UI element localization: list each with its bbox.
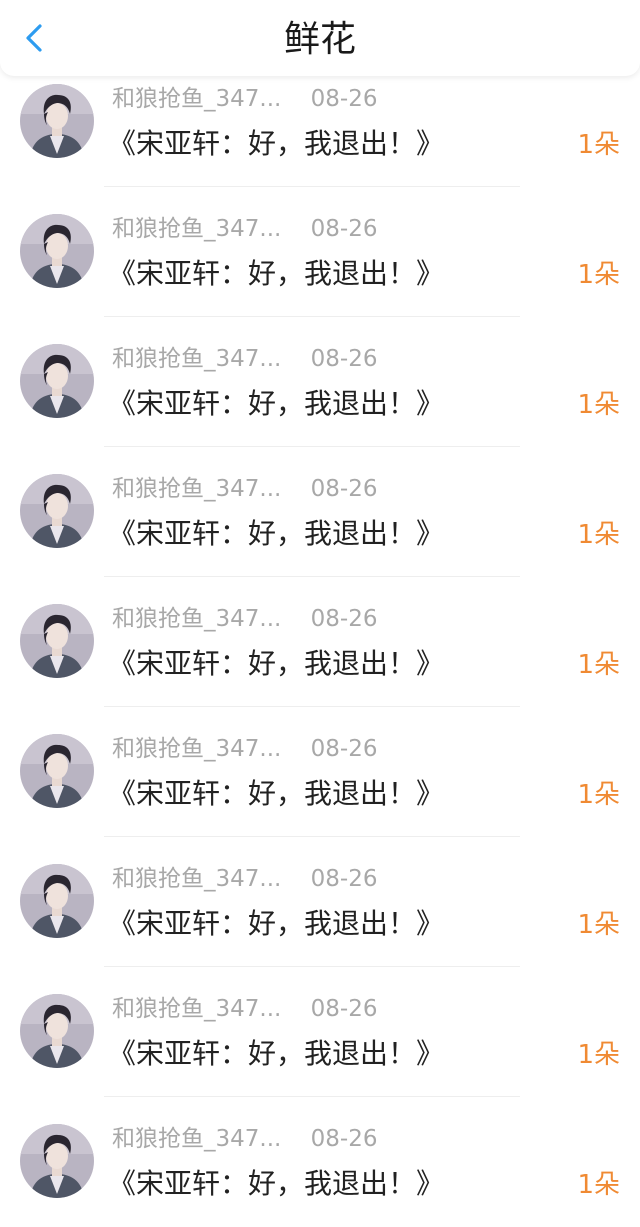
date: 08-26 [310, 1126, 378, 1152]
item-meta: 和狼抢鱼_347... 08-26 [112, 474, 378, 504]
divider [104, 316, 520, 317]
avatar[interactable] [20, 994, 94, 1068]
avatar[interactable] [20, 604, 94, 678]
book-title[interactable]: 《宋亚轩：好，我退出！》 [108, 256, 444, 292]
user-name[interactable]: 和狼抢鱼_347... [112, 84, 281, 114]
divider [104, 446, 520, 447]
flower-count: 1朵 [577, 520, 620, 550]
list-item[interactable]: 和狼抢鱼_347... 08-26 《宋亚轩：好，我退出！》 1朵 [0, 586, 640, 716]
divider [104, 966, 520, 967]
list-item[interactable]: 和狼抢鱼_347... 08-26 《宋亚轩：好，我退出！》 1朵 [0, 456, 640, 586]
list-item[interactable]: 和狼抢鱼_347... 08-26 《宋亚轩：好，我退出！》 1朵 [0, 66, 640, 196]
flower-count: 1朵 [577, 1040, 620, 1070]
divider [104, 1096, 520, 1097]
book-title[interactable]: 《宋亚轩：好，我退出！》 [108, 126, 444, 162]
book-title[interactable]: 《宋亚轩：好，我退出！》 [108, 906, 444, 942]
item-meta: 和狼抢鱼_347... 08-26 [112, 344, 378, 374]
list-item[interactable]: 和狼抢鱼_347... 08-26 《宋亚轩：好，我退出！》 1朵 [0, 1106, 640, 1227]
book-title[interactable]: 《宋亚轩：好，我退出！》 [108, 1036, 444, 1072]
avatar-image [20, 604, 94, 678]
date: 08-26 [310, 736, 378, 762]
avatar[interactable] [20, 864, 94, 938]
flower-list: 和狼抢鱼_347... 08-26 《宋亚轩：好，我退出！》 1朵 和狼抢鱼_3… [0, 66, 640, 1227]
user-name[interactable]: 和狼抢鱼_347... [112, 474, 281, 504]
user-name[interactable]: 和狼抢鱼_347... [112, 604, 281, 634]
avatar-image [20, 994, 94, 1068]
item-meta: 和狼抢鱼_347... 08-26 [112, 1124, 378, 1154]
divider [104, 706, 520, 707]
top-bar: 鲜花 [0, 0, 640, 76]
avatar[interactable] [20, 734, 94, 808]
date: 08-26 [310, 866, 378, 892]
flower-count: 1朵 [577, 390, 620, 420]
divider [104, 836, 520, 837]
date: 08-26 [310, 216, 378, 242]
avatar-image [20, 344, 94, 418]
flower-count: 1朵 [577, 910, 620, 940]
flower-count: 1朵 [577, 260, 620, 290]
avatar-image [20, 84, 94, 158]
list-item[interactable]: 和狼抢鱼_347... 08-26 《宋亚轩：好，我退出！》 1朵 [0, 716, 640, 846]
item-meta: 和狼抢鱼_347... 08-26 [112, 864, 378, 894]
divider [104, 186, 520, 187]
date: 08-26 [310, 996, 378, 1022]
date: 08-26 [310, 606, 378, 632]
book-title[interactable]: 《宋亚轩：好，我退出！》 [108, 516, 444, 552]
date: 08-26 [310, 476, 378, 502]
list-item[interactable]: 和狼抢鱼_347... 08-26 《宋亚轩：好，我退出！》 1朵 [0, 326, 640, 456]
avatar-image [20, 734, 94, 808]
list-item[interactable]: 和狼抢鱼_347... 08-26 《宋亚轩：好，我退出！》 1朵 [0, 846, 640, 976]
item-meta: 和狼抢鱼_347... 08-26 [112, 84, 378, 114]
back-button[interactable] [14, 18, 54, 58]
page: 鲜花 和狼抢鱼_347... 08-26 《宋亚轩：好，我退出！》 1朵 和狼抢… [0, 0, 640, 1227]
user-name[interactable]: 和狼抢鱼_347... [112, 1124, 281, 1154]
user-name[interactable]: 和狼抢鱼_347... [112, 864, 281, 894]
page-title: 鲜花 [283, 19, 356, 60]
flower-count: 1朵 [577, 1170, 620, 1200]
user-name[interactable]: 和狼抢鱼_347... [112, 344, 281, 374]
avatar[interactable] [20, 1124, 94, 1198]
avatar-image [20, 474, 94, 548]
avatar[interactable] [20, 474, 94, 548]
item-meta: 和狼抢鱼_347... 08-26 [112, 604, 378, 634]
date: 08-26 [310, 346, 378, 372]
avatar-image [20, 214, 94, 288]
avatar[interactable] [20, 344, 94, 418]
user-name[interactable]: 和狼抢鱼_347... [112, 994, 281, 1024]
chevron-left-icon [14, 18, 54, 58]
avatar[interactable] [20, 214, 94, 288]
list-item[interactable]: 和狼抢鱼_347... 08-26 《宋亚轩：好，我退出！》 1朵 [0, 196, 640, 326]
item-meta: 和狼抢鱼_347... 08-26 [112, 994, 378, 1024]
avatar-image [20, 864, 94, 938]
flower-count: 1朵 [577, 780, 620, 810]
book-title[interactable]: 《宋亚轩：好，我退出！》 [108, 1166, 444, 1202]
book-title[interactable]: 《宋亚轩：好，我退出！》 [108, 776, 444, 812]
avatar[interactable] [20, 84, 94, 158]
item-meta: 和狼抢鱼_347... 08-26 [112, 734, 378, 764]
book-title[interactable]: 《宋亚轩：好，我退出！》 [108, 386, 444, 422]
flower-count: 1朵 [577, 130, 620, 160]
user-name[interactable]: 和狼抢鱼_347... [112, 214, 281, 244]
flower-count: 1朵 [577, 650, 620, 680]
date: 08-26 [310, 86, 378, 112]
book-title[interactable]: 《宋亚轩：好，我退出！》 [108, 646, 444, 682]
item-meta: 和狼抢鱼_347... 08-26 [112, 214, 378, 244]
user-name[interactable]: 和狼抢鱼_347... [112, 734, 281, 764]
list-item[interactable]: 和狼抢鱼_347... 08-26 《宋亚轩：好，我退出！》 1朵 [0, 976, 640, 1106]
avatar-image [20, 1124, 94, 1198]
divider [104, 576, 520, 577]
